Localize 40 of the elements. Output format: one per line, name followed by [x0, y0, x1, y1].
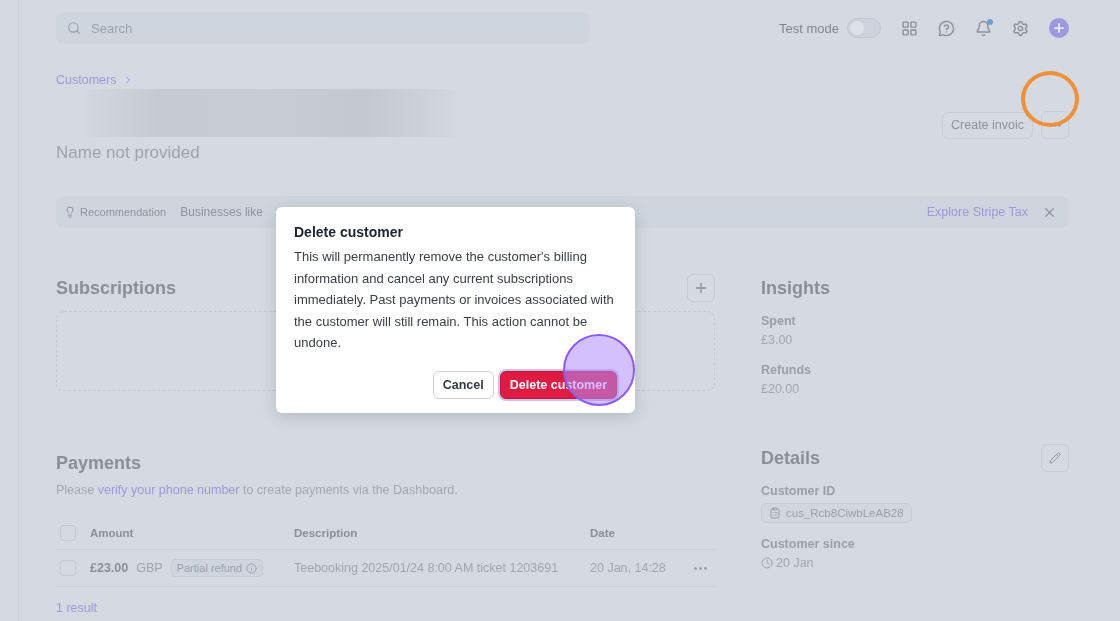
edit-button[interactable]: [1041, 444, 1069, 472]
recommendation-text: Businesses like: [180, 205, 263, 219]
plus-icon: [693, 280, 709, 296]
create-icon[interactable]: [1049, 18, 1069, 38]
customer-id-chip[interactable]: cus_Rcb8CiwbLeAB28: [761, 503, 912, 523]
result-count[interactable]: 1 result: [56, 601, 715, 615]
section-title: Insights: [761, 277, 830, 299]
section-title: Payments: [56, 452, 142, 474]
detail-label: Customer ID: [761, 484, 837, 498]
clock-icon: [761, 557, 773, 569]
amount-cell: £23.00: [90, 561, 129, 575]
info-icon: [246, 562, 258, 574]
explore-link[interactable]: Explore Stripe Tax: [926, 205, 1028, 219]
column-header[interactable]: Amount: [90, 527, 294, 539]
test-mode-toggle[interactable]: [847, 18, 881, 38]
section-title: Details: [761, 447, 821, 469]
create-invoice-button[interactable]: Create invoic: [942, 111, 1033, 139]
section-title: Subscriptions: [56, 277, 176, 299]
recommendation-label: Recommendation: [80, 206, 167, 218]
insight-label: Spent: [761, 314, 797, 328]
column-header[interactable]: Description: [294, 527, 590, 539]
add-button[interactable]: [687, 274, 715, 302]
lightbulb-icon: [64, 206, 76, 218]
pencil-icon: [1049, 452, 1061, 464]
search-icon: [67, 21, 81, 35]
dialog-title: Delete customer: [294, 224, 404, 240]
dialog-message: This will permanently remove the customer's billing information and cancel any current subscriptions immediately. Past payments or invoices associated with the customer will still remain. This action cannot be undone.: [294, 248, 615, 352]
test-mode-label: Test mode: [779, 20, 839, 36]
detail-label: Customer since: [761, 537, 856, 551]
clipboard-icon: [769, 507, 781, 519]
column-header[interactable]: Date: [590, 527, 694, 539]
notifications-icon[interactable]: [975, 19, 992, 37]
help-icon[interactable]: [938, 19, 955, 37]
cancel-button[interactable]: Cancel: [432, 370, 494, 399]
more-icon[interactable]: [694, 566, 707, 570]
settings-icon[interactable]: [1012, 19, 1029, 37]
verify-link[interactable]: verify your phone number: [97, 483, 240, 497]
breadcrumb-link[interactable]: Customers: [56, 73, 455, 87]
apps-icon[interactable]: [901, 19, 918, 37]
insight-label: Refunds: [761, 363, 812, 377]
